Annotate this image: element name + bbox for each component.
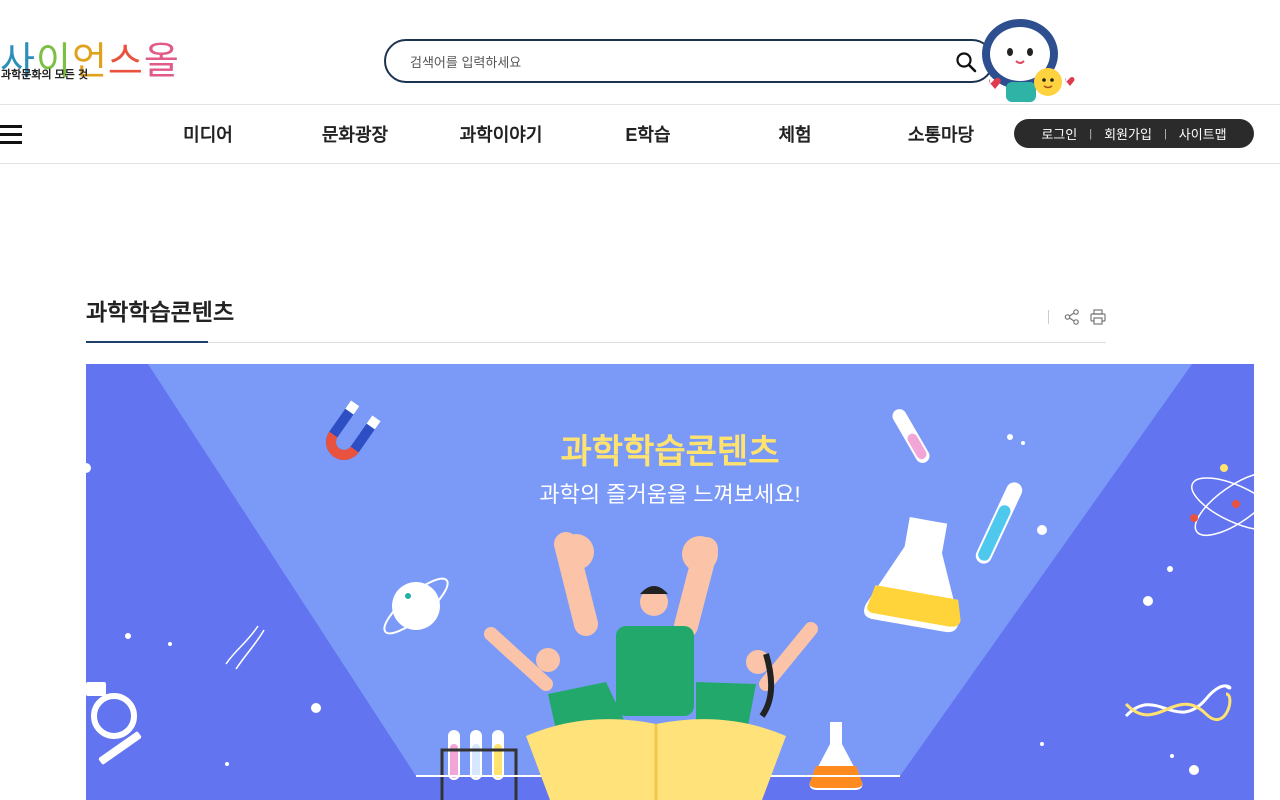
nav-item-media[interactable]: 미디어	[183, 121, 233, 147]
hero-banner: 과학학습콘텐츠 과학의 즐거움을 느껴보세요!	[86, 364, 1254, 800]
nav-item-science-story[interactable]: 과학이야기	[460, 121, 543, 147]
page-tools	[1048, 308, 1107, 326]
banner-subtitle: 과학의 즐거움을 느껴보세요!	[539, 482, 801, 507]
separator: |	[1089, 127, 1093, 140]
dna-icon	[225, 625, 265, 670]
title-accent-bar	[86, 341, 208, 343]
logo-subtitle: 과학문화의 모든 것	[1, 69, 89, 81]
search-icon	[956, 52, 977, 73]
print-icon[interactable]	[1089, 308, 1107, 326]
signup-link[interactable]: 회원가입	[1104, 124, 1152, 143]
dna-icon	[1124, 684, 1232, 722]
share-icon[interactable]	[1063, 308, 1081, 326]
page-title: 과학학습콘텐츠	[86, 299, 235, 325]
all-menu-button[interactable]	[0, 125, 22, 145]
nav-item-experience[interactable]: 체험	[778, 121, 811, 147]
title-divider	[86, 342, 1106, 343]
divider	[1048, 310, 1049, 324]
separator: |	[1163, 127, 1167, 140]
nav-item-community[interactable]: 소통마당	[908, 121, 974, 147]
nav-item-culture-plaza[interactable]: 문화광장	[322, 121, 388, 147]
login-link[interactable]: 로그인	[1041, 124, 1077, 143]
hamburger-icon	[0, 125, 22, 128]
nav-item-e-learning[interactable]: E학습	[625, 121, 670, 147]
search-button[interactable]	[954, 50, 978, 74]
sitemap-link[interactable]: 사이트맵	[1179, 124, 1227, 143]
search-input[interactable]	[408, 51, 932, 73]
utility-links: 로그인 | 회원가입 | 사이트맵	[1014, 119, 1254, 148]
hamburger-icon-line	[0, 133, 22, 136]
site-logo[interactable]: 사이언스올 과학문화의 모든 것	[0, 30, 190, 92]
main-navigation: 미디어 문화광장 과학이야기 E학습 체험 소통마당 로그인 | 회원가입 | …	[0, 105, 1280, 164]
microscope-icon	[86, 682, 142, 765]
mascot-character-image	[982, 19, 1075, 102]
search-box	[384, 39, 994, 83]
banner-title: 과학학습콘텐츠	[560, 433, 780, 471]
hamburger-icon-line	[0, 141, 22, 144]
site-header: 사이언스올 과학문화의 모든 것	[0, 0, 1280, 105]
